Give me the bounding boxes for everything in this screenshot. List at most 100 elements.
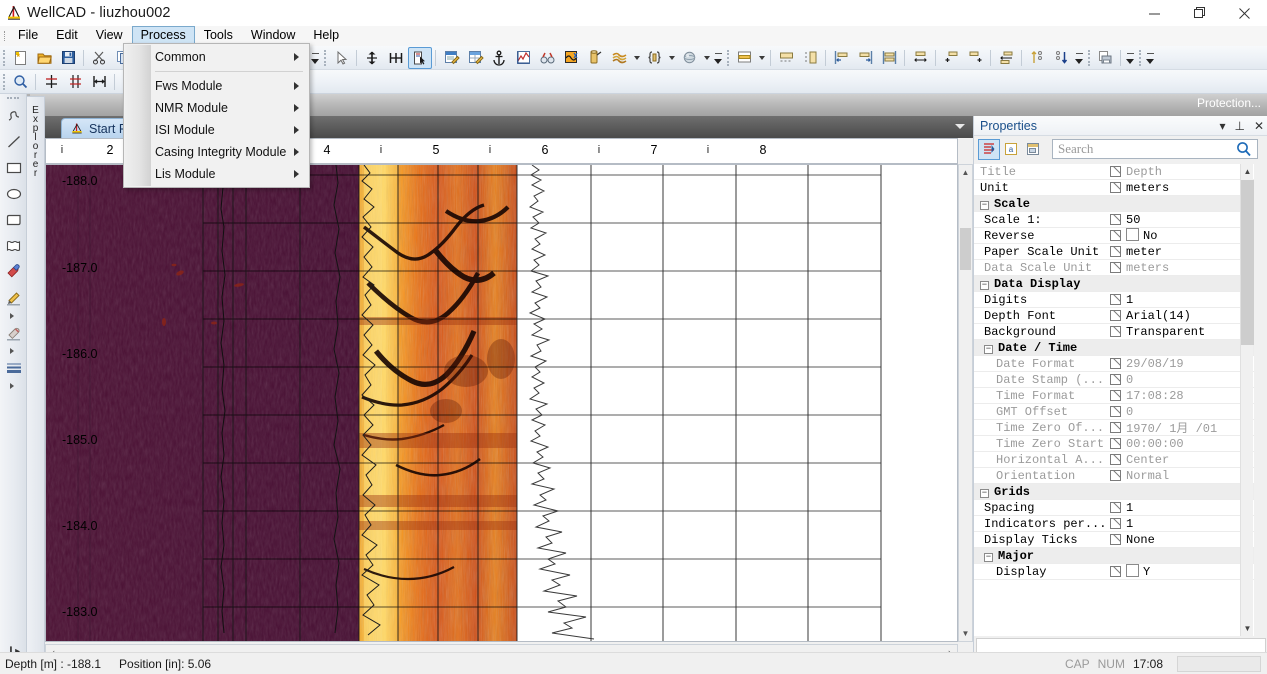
property-row[interactable]: Display Ticks None	[974, 532, 1254, 548]
page-layout-dropdown-icon[interactable]	[756, 47, 767, 69]
align-stack-icon[interactable]	[877, 47, 901, 69]
menu-edit[interactable]: Edit	[47, 26, 87, 45]
property-row[interactable]: Scale 1: 50	[974, 212, 1254, 228]
property-value-cell[interactable]: meters	[1124, 261, 1254, 275]
property-row[interactable]: Title Depth	[974, 164, 1254, 180]
breakout-picking-icon[interactable]	[559, 47, 583, 69]
group-expander-icon[interactable]: −	[980, 488, 989, 498]
tab-list-dropdown-icon[interactable]	[953, 119, 967, 133]
ellipse-icon[interactable]	[1, 181, 26, 207]
line-weight-options-arrow-icon[interactable]	[1, 381, 26, 390]
property-link-icon[interactable]	[1106, 214, 1124, 225]
scrollbar-thumb[interactable]	[1241, 180, 1254, 345]
layers-dropdown-icon[interactable]	[631, 47, 642, 69]
line-weight-icon[interactable]	[1, 355, 26, 381]
toolbar-overflow-button[interactable]	[309, 47, 321, 69]
property-row[interactable]: GMT Offset 0	[974, 404, 1254, 420]
toolbar-grip[interactable]	[1085, 47, 1093, 69]
property-value-cell[interactable]: Y	[1124, 564, 1254, 579]
anchor-icon[interactable]	[487, 47, 511, 69]
depth-match-icon[interactable]	[63, 71, 87, 93]
property-row[interactable]: Time Format 17:08:28	[974, 388, 1254, 404]
property-value-cell[interactable]: Depth	[1124, 165, 1254, 179]
property-value-cell[interactable]: Normal	[1124, 469, 1254, 483]
layers-icon[interactable]	[607, 47, 631, 69]
menu-item-fws-module[interactable]: Fws Module	[124, 75, 309, 97]
sphere-icon[interactable]	[677, 47, 701, 69]
crossplot-icon[interactable]	[511, 47, 535, 69]
toolbar-overflow-button[interactable]	[712, 47, 724, 69]
pointer-arrow-icon[interactable]	[329, 47, 353, 69]
group-expander-icon[interactable]: −	[980, 280, 989, 290]
toolbar-grip[interactable]	[0, 71, 8, 93]
property-link-icon[interactable]	[1106, 182, 1124, 193]
distribute-h-icon[interactable]	[908, 47, 932, 69]
rounded-rectangle-icon[interactable]	[1, 207, 26, 233]
cut-scissors-icon[interactable]	[87, 47, 111, 69]
toolbar-grip[interactable]	[1136, 47, 1144, 69]
group-expander-icon[interactable]: −	[984, 552, 993, 562]
select-log-icon[interactable]	[408, 46, 432, 69]
group-expander-icon[interactable]: −	[980, 200, 989, 210]
depth-shift-icon[interactable]	[39, 71, 63, 93]
well-log-view[interactable]: -188.0 -187.0 -186.0 -185.0 -184.0 -183.…	[45, 164, 958, 642]
properties-scrollbar[interactable]: ▲ ▼	[1240, 164, 1254, 636]
property-link-icon[interactable]	[1106, 502, 1124, 513]
property-value-cell[interactable]: meter	[1124, 245, 1254, 259]
property-link-icon[interactable]	[1106, 358, 1124, 369]
property-group-row[interactable]: − Scale	[974, 196, 1254, 212]
collapse-chevron-icon[interactable]: ▾	[1219, 119, 1225, 133]
braces-dropdown-icon[interactable]	[666, 47, 677, 69]
sort-categorized-icon[interactable]	[978, 138, 1000, 160]
property-row[interactable]: Background Transparent	[974, 324, 1254, 340]
property-value-cell[interactable]: Transparent	[1124, 325, 1254, 339]
edit-table-icon[interactable]	[463, 47, 487, 69]
zoom-magnifier-icon[interactable]	[8, 71, 32, 93]
property-value-cell[interactable]: 00:00:00	[1124, 437, 1254, 451]
tool-palette-grip[interactable]	[0, 94, 26, 103]
scroll-down-icon[interactable]: ▼	[1241, 621, 1254, 636]
property-link-icon[interactable]	[1106, 262, 1124, 273]
property-value-cell[interactable]: No	[1124, 228, 1254, 243]
page-setup-icon[interactable]	[774, 47, 798, 69]
marker-icon[interactable]	[1, 259, 26, 285]
property-group-row[interactable]: − Major	[974, 548, 1254, 564]
page-layout-icon[interactable]	[732, 47, 756, 69]
menu-item-common[interactable]: Common	[124, 46, 309, 68]
open-folder-icon[interactable]	[32, 47, 56, 69]
close-button[interactable]	[1222, 0, 1267, 26]
property-row[interactable]: Horizontal A... Center	[974, 452, 1254, 468]
freehand-scribble-icon[interactable]	[1, 103, 26, 129]
property-value-cell[interactable]: 1970/ 1月 /01	[1124, 419, 1254, 436]
pin-icon[interactable]: ⊥	[1234, 119, 1244, 133]
pencil-options-arrow-icon[interactable]	[1, 311, 26, 320]
property-value-cell[interactable]: Center	[1124, 453, 1254, 467]
align-right-icon[interactable]	[853, 47, 877, 69]
property-row[interactable]: Digits 1	[974, 292, 1254, 308]
property-group-row[interactable]: − Grids	[974, 484, 1254, 500]
new-document-icon[interactable]	[8, 47, 32, 69]
column-setup-icon[interactable]	[798, 47, 822, 69]
property-link-icon[interactable]	[1106, 310, 1124, 321]
sort-alphabetical-icon[interactable]: a	[1000, 139, 1022, 160]
property-link-icon[interactable]	[1106, 438, 1124, 449]
property-value-cell[interactable]: 1	[1124, 501, 1254, 515]
checkbox-icon[interactable]	[1126, 228, 1139, 241]
swap-icon[interactable]	[994, 47, 1018, 69]
property-row[interactable]: Orientation Normal	[974, 468, 1254, 484]
protection-label[interactable]: Protection...	[1197, 96, 1261, 110]
rectangle-icon[interactable]	[1, 155, 26, 181]
toolbar-grip[interactable]	[0, 47, 8, 69]
eraser-icon[interactable]	[1, 320, 26, 346]
toolbar-grip[interactable]	[724, 47, 732, 69]
property-row[interactable]: Reverse No	[974, 228, 1254, 244]
property-link-icon[interactable]	[1106, 518, 1124, 529]
property-value-cell[interactable]: 1	[1124, 293, 1254, 307]
scroll-down-icon[interactable]: ▼	[959, 626, 972, 641]
space-after-icon[interactable]	[963, 47, 987, 69]
property-link-icon[interactable]	[1106, 374, 1124, 385]
properties-search-box[interactable]	[1052, 139, 1258, 159]
search-input[interactable]	[1053, 140, 1235, 158]
save-icon[interactable]	[56, 47, 80, 69]
property-link-icon[interactable]	[1106, 326, 1124, 337]
